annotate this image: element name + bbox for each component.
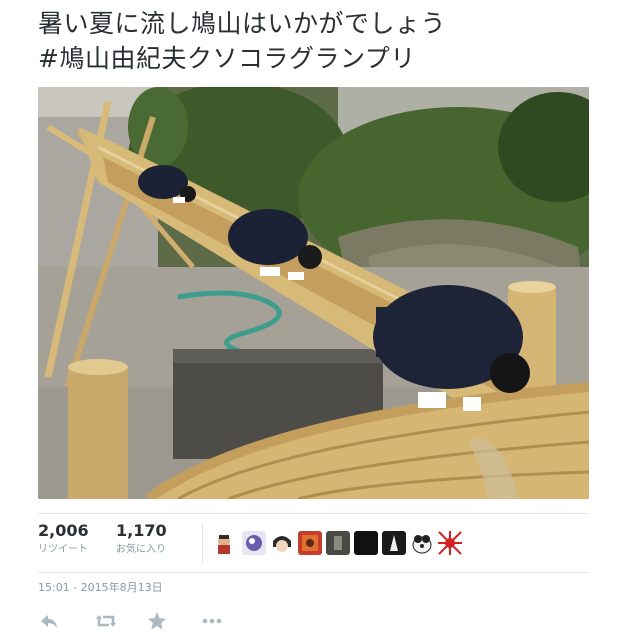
tweet-text: 暑い夏に流し鳩山はいかがでしょう #鳩山由紀夫クソコラグランプリ [38, 6, 598, 76]
retweet-icon[interactable] [94, 610, 116, 632]
retweets-stat[interactable]: 2,006 リツイート [38, 521, 89, 557]
tweet-timestamp[interactable]: 15:01 - 2015年8月13日 [38, 581, 163, 595]
avatar-doll[interactable] [212, 531, 236, 555]
tweet-actions [38, 610, 338, 632]
avatar-red-art[interactable] [298, 531, 322, 555]
stats-divider [202, 523, 203, 563]
favorites-label: お気に入り [116, 544, 166, 555]
avatar-rising-sun[interactable] [438, 531, 462, 555]
reply-icon[interactable] [38, 610, 60, 632]
favorites-count: 1,170 [116, 521, 167, 540]
avatar-anime-face[interactable] [270, 531, 294, 555]
avatar-dark-photo[interactable] [326, 531, 350, 555]
favorite-star-icon[interactable] [146, 610, 168, 632]
divider-top [38, 513, 589, 514]
tweet-stats: 2,006 リツイート 1,170 お気に入り [38, 521, 589, 569]
avatar-black[interactable] [354, 531, 378, 555]
tweet-photo[interactable] [38, 87, 589, 499]
tweet-text-line: 暑い夏に流し鳩山はいかがでしょう [38, 9, 447, 38]
avatar-black-white[interactable] [382, 531, 406, 555]
avatar-dog[interactable] [410, 531, 434, 555]
tweet-container: 暑い夏に流し鳩山はいかがでしょう #鳩山由紀夫クソコラグランプリ 2,006 リ… [0, 0, 626, 640]
retweets-label: リツイート [38, 544, 88, 555]
favorites-stat[interactable]: 1,170 お気に入り [116, 521, 167, 557]
more-icon[interactable] [200, 610, 222, 632]
retweets-count: 2,006 [38, 521, 89, 540]
hashtag-link[interactable]: #鳩山由紀夫クソコラグランプリ [38, 41, 598, 76]
divider-bottom [38, 572, 589, 573]
avatar-purple-character[interactable] [242, 531, 266, 555]
